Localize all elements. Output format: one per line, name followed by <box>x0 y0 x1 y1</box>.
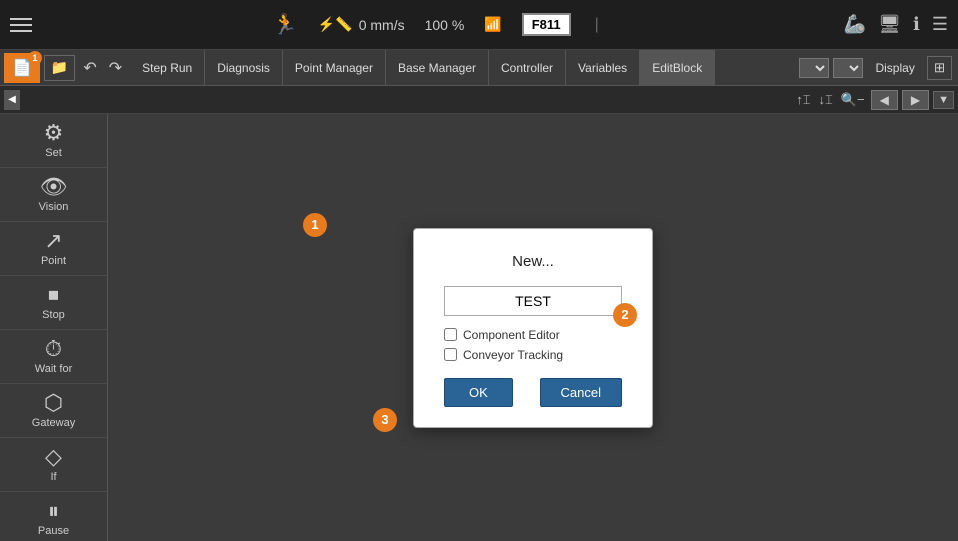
nav-select-1[interactable] <box>799 58 829 78</box>
conveyor-tracking-checkbox[interactable] <box>444 348 457 361</box>
nav-select-2[interactable] <box>833 58 863 78</box>
redo-button[interactable]: ↷ <box>105 54 126 82</box>
nav-bar: 📄 1 📁 ↶ ↷ Step Run Diagnosis Point Manag… <box>0 50 958 86</box>
sub-toolbar-right: ↑⌶ ↓⌶ 🔍− ◀ ▶ ▼ <box>794 90 954 110</box>
sort-asc-icon[interactable]: ↑⌶ <box>794 90 812 110</box>
top-bar: 🏃 ⚡📏 0 mm/s 100 % 📶 F811 | 🦾 🖥 ℹ ☰ <box>0 0 958 50</box>
speed-info: ⚡📏 0 mm/s <box>318 16 405 33</box>
sidebar-item-gateway[interactable]: ⬡ Gateway <box>0 384 107 438</box>
nav-diagnosis[interactable]: Diagnosis <box>205 50 283 85</box>
gateway-icon: ⬡ <box>44 392 63 414</box>
component-editor-row: Component Editor <box>444 328 622 342</box>
list-icon[interactable]: ☰ <box>932 14 948 35</box>
modal-overlay: New... Component Editor Conveyor Trackin… <box>108 114 958 541</box>
badge-3: 3 <box>373 408 397 432</box>
component-editor-checkbox[interactable] <box>444 328 457 341</box>
file-button[interactable]: 📄 1 <box>4 53 40 83</box>
nav-right: Display ⊞ <box>799 56 958 80</box>
modal-name-input[interactable] <box>444 286 622 316</box>
next-btn[interactable]: ▶ <box>902 90 929 110</box>
nav-edit-block[interactable]: EditBlock <box>640 50 715 85</box>
new-dialog: New... Component Editor Conveyor Trackin… <box>413 228 653 428</box>
component-editor-label: Component Editor <box>463 328 560 342</box>
prev-btn[interactable]: ◀ <box>871 90 898 110</box>
main-area: ⚙ Set 👁 Vision ↗ Point ⏹ Stop ⏱ Wait for… <box>0 114 958 541</box>
nav-variables[interactable]: Variables <box>566 50 640 85</box>
file-badge: 1 <box>28 51 42 65</box>
modal-title: New... <box>444 253 622 270</box>
f811-badge: F811 <box>522 13 571 36</box>
collapse-button[interactable]: ◀ <box>4 90 20 110</box>
sidebar-label-stop: Stop <box>42 309 65 321</box>
top-icons: 🦾 🖥 ℹ ☰ <box>844 14 948 35</box>
sidebar-label-gateway: Gateway <box>32 417 75 429</box>
sort-desc-icon[interactable]: ↓⌶ <box>817 90 835 110</box>
undo-button[interactable]: ↶ <box>79 54 100 82</box>
sidebar-label-set: Set <box>45 147 62 159</box>
sidebar-label-point: Point <box>41 255 66 267</box>
sub-toolbar: ◀ ↑⌶ ↓⌶ 🔍− ◀ ▶ ▼ <box>0 86 958 114</box>
sidebar: ⚙ Set 👁 Vision ↗ Point ⏹ Stop ⏱ Wait for… <box>0 114 108 541</box>
conveyor-tracking-label: Conveyor Tracking <box>463 348 563 362</box>
point-icon: ↗ <box>44 230 62 252</box>
top-center-info: 🏃 ⚡📏 0 mm/s 100 % 📶 F811 | <box>52 12 824 37</box>
nav-base-manager[interactable]: Base Manager <box>386 50 489 85</box>
folder-icon: 📁 <box>51 59 68 75</box>
set-icon: ⚙ <box>44 122 64 144</box>
nav-grid-btn[interactable]: ⊞ <box>927 56 952 80</box>
vision-icon: 👁 <box>40 176 68 198</box>
nav-left: 📄 1 📁 ↶ ↷ <box>0 53 130 83</box>
conveyor-tracking-row: Conveyor Tracking <box>444 348 622 362</box>
sidebar-label-waitfor: Wait for <box>35 363 73 375</box>
sidebar-item-stop[interactable]: ⏹ Stop <box>0 276 107 330</box>
if-icon: ◇ <box>45 446 62 468</box>
sub-dropdown-btn[interactable]: ▼ <box>933 91 954 109</box>
separator: | <box>595 16 599 34</box>
sidebar-label-vision: Vision <box>39 201 69 213</box>
sub-toolbar-left: ◀ <box>4 90 20 110</box>
sidebar-label-pause: Pause <box>38 525 69 537</box>
sidebar-item-set[interactable]: ⚙ Set <box>0 114 107 168</box>
zoom-out-icon[interactable]: 🔍− <box>839 90 867 110</box>
percent-value: 100 % <box>425 17 465 33</box>
sidebar-item-if[interactable]: ◇ If <box>0 438 107 492</box>
nav-menu: Step Run Diagnosis Point Manager Base Ma… <box>130 50 715 85</box>
modal-buttons: OK Cancel <box>444 378 622 407</box>
content-area: New... Component Editor Conveyor Trackin… <box>108 114 958 541</box>
sidebar-item-waitfor[interactable]: ⏱ Wait for <box>0 330 107 384</box>
nav-point-manager[interactable]: Point Manager <box>283 50 386 85</box>
sidebar-label-if: If <box>50 471 56 483</box>
stop-icon: ⏹ <box>48 284 59 306</box>
modal-checkboxes: Component Editor Conveyor Tracking <box>444 328 622 362</box>
monitor-icon[interactable]: 🖥 <box>878 14 901 35</box>
nav-step-run[interactable]: Step Run <box>130 50 205 85</box>
badge-2: 2 <box>613 303 637 327</box>
cancel-button[interactable]: Cancel <box>540 378 622 407</box>
sidebar-item-pause[interactable]: ⏸ Pause <box>0 492 107 541</box>
badge-1: 1 <box>303 213 327 237</box>
folder-button[interactable]: 📁 <box>44 55 75 81</box>
sidebar-item-point[interactable]: ↗ Point <box>0 222 107 276</box>
signal-icon: 📶 <box>484 16 501 33</box>
nav-display[interactable]: Display <box>867 61 922 75</box>
speed-icon2: ⚡📏 <box>318 16 353 33</box>
waitfor-icon: ⏱ <box>45 338 62 360</box>
hamburger-menu[interactable] <box>10 18 32 32</box>
info-icon[interactable]: ℹ <box>913 14 920 35</box>
robot-icon[interactable]: 🦾 <box>844 14 866 35</box>
ok-button[interactable]: OK <box>444 378 513 407</box>
sidebar-item-vision[interactable]: 👁 Vision <box>0 168 107 222</box>
speed-value: 0 mm/s <box>359 17 405 33</box>
pause-icon: ⏸ <box>48 500 59 522</box>
speed-icon: 🏃 <box>273 12 298 37</box>
nav-controller[interactable]: Controller <box>489 50 566 85</box>
